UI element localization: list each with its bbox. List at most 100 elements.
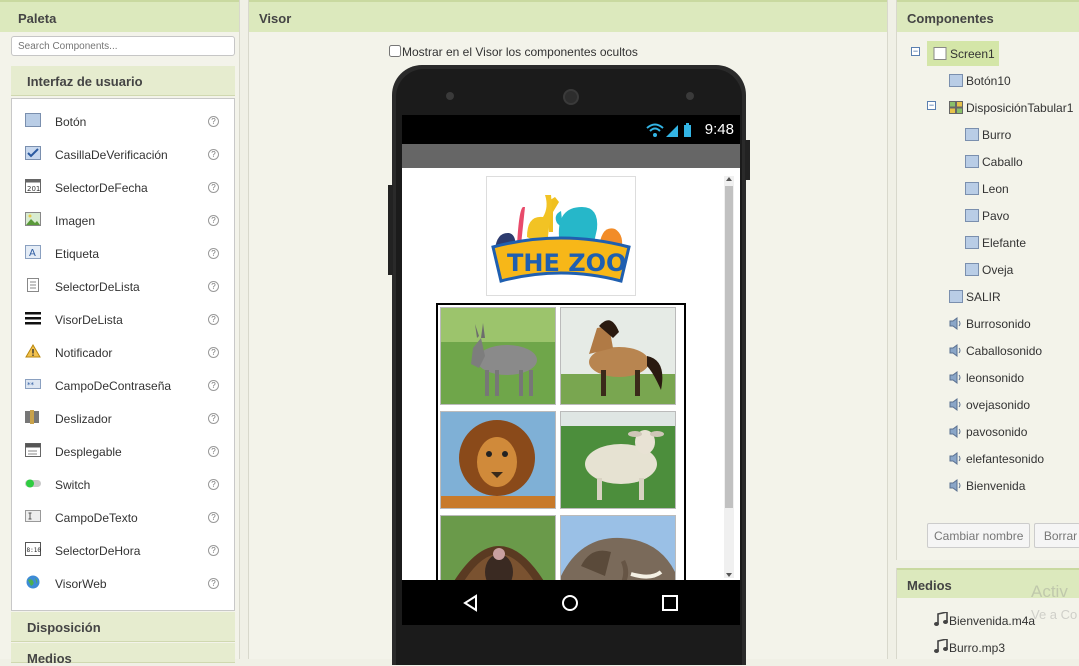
palette-item-textbox[interactable]: CampoDeTexto ? — [12, 499, 234, 532]
media-file[interactable]: Burro.mp3 — [933, 638, 1005, 655]
help-icon[interactable]: ? — [208, 248, 219, 259]
caballo-image-button[interactable] — [560, 307, 676, 405]
palette-item-label-component[interactable]: A Etiqueta ? — [12, 235, 234, 268]
phone-screen[interactable]: 9:48 THE ZOO — [402, 115, 740, 625]
list-view-icon — [25, 312, 41, 325]
collapse-table-icon[interactable]: − — [927, 101, 936, 110]
svg-text:201: 201 — [27, 185, 40, 193]
home-icon[interactable] — [561, 594, 579, 612]
palette-item-checkbox[interactable]: CasillaDeVerificación ? — [12, 136, 234, 169]
tree-item-screen1[interactable]: Screen1 — [933, 47, 995, 67]
palette-title: Paleta — [0, 0, 239, 32]
palette-item-listview[interactable]: VisorDeLista ? — [12, 301, 234, 334]
sensor-icon — [686, 92, 694, 100]
palette-item-spinner[interactable]: Desplegable ? — [12, 433, 234, 466]
help-icon[interactable]: ? — [208, 149, 219, 160]
tree-item-pavo[interactable]: Pavo — [965, 209, 1009, 229]
collapse-screen1-icon[interactable]: − — [911, 47, 920, 56]
palette-item-switch[interactable]: Switch ? — [12, 466, 234, 499]
section-layout-header[interactable]: Disposición — [11, 612, 235, 642]
section-media-header[interactable]: Medios — [11, 643, 235, 666]
help-icon[interactable]: ? — [208, 215, 219, 226]
tree-item-pavosonido[interactable]: pavosonido — [949, 425, 1027, 445]
help-icon[interactable]: ? — [208, 281, 219, 292]
tree-item-elefante[interactable]: Elefante — [965, 236, 1026, 256]
section-ui-header[interactable]: Interfaz de usuario — [11, 66, 235, 96]
viewer-title: Visor — [249, 0, 887, 32]
show-hidden-option[interactable]: Mostrar en el Visor los componentes ocul… — [389, 45, 638, 59]
media-file[interactable]: Bienvenida.m4a — [933, 611, 1035, 628]
scrollbar-thumb[interactable] — [725, 186, 733, 508]
tree-item-bienvenida[interactable]: Bienvenida — [949, 479, 1025, 499]
palette-item-slider[interactable]: Deslizador ? — [12, 400, 234, 433]
app-content: THE ZOO — [402, 168, 740, 580]
tree-item-oveja[interactable]: Oveja — [965, 263, 1013, 283]
palette-item-button[interactable]: Botón ? — [12, 103, 234, 136]
palette-item-label: Notificador — [55, 346, 113, 360]
tree-item-caballo[interactable]: Caballo — [965, 155, 1023, 175]
help-icon[interactable]: ? — [208, 578, 219, 589]
search-components-input[interactable] — [11, 36, 235, 56]
help-icon[interactable]: ? — [208, 479, 219, 490]
scroll-down-icon[interactable] — [725, 572, 733, 578]
tree-item-boton10[interactable]: Botón10 — [949, 74, 1011, 94]
rename-button[interactable]: Cambiar nombre — [927, 523, 1031, 548]
oveja-image-button[interactable] — [560, 411, 676, 509]
viewer-panel: Visor Mostrar en el Visor los componente… — [248, 0, 888, 665]
status-bar: 9:48 — [402, 115, 740, 144]
palette-item-label: CampoDeTexto — [55, 511, 138, 525]
image-icon — [25, 212, 41, 226]
help-icon[interactable]: ? — [208, 413, 219, 424]
pavo-image-button[interactable] — [440, 515, 556, 580]
back-icon[interactable] — [462, 594, 480, 612]
show-hidden-checkbox[interactable] — [389, 45, 401, 57]
tree-label: pavosonido — [966, 425, 1028, 439]
help-icon[interactable]: ? — [208, 314, 219, 325]
palette-item-datepicker[interactable]: 201 SelectorDeFecha ? — [12, 169, 234, 202]
palette-item-password[interactable]: ** CampoDeContraseña ? — [12, 367, 234, 400]
scroll-up-icon[interactable] — [725, 176, 733, 182]
speaker-icon — [563, 89, 579, 105]
sheep-photo — [561, 412, 675, 508]
tree-label: elefantesonido — [966, 452, 1045, 466]
help-icon[interactable]: ? — [208, 182, 219, 193]
help-icon[interactable]: ? — [208, 545, 219, 556]
palette-item-image[interactable]: Imagen ? — [12, 202, 234, 235]
palette-item-listpicker[interactable]: SelectorDeLista ? — [12, 268, 234, 301]
palette-item-notifier[interactable]: Notificador ? — [12, 334, 234, 367]
tree-label: SALIR — [966, 290, 1001, 304]
phone-body: 9:48 THE ZOO — [396, 69, 742, 665]
tree-item-ovejasonido[interactable]: ovejasonido — [949, 398, 1030, 418]
tree-item-disposiciontabular1[interactable]: DisposiciónTabular1 — [949, 101, 1073, 121]
checkbox-icon — [25, 146, 41, 160]
tree-item-burro[interactable]: Burro — [965, 128, 1011, 148]
zoo-logo-image[interactable]: THE ZOO — [486, 176, 636, 296]
animal-table — [436, 303, 686, 580]
viewer-scrollbar[interactable] — [724, 176, 734, 578]
tree-label: Bienvenida — [966, 479, 1026, 493]
tree-item-leon[interactable]: Leon — [965, 182, 1009, 202]
help-icon[interactable]: ? — [208, 512, 219, 523]
help-icon[interactable]: ? — [208, 380, 219, 391]
elephant-photo — [561, 516, 675, 580]
tree-item-salir[interactable]: SALIR — [949, 290, 1001, 310]
leon-image-button[interactable] — [440, 411, 556, 509]
elefante-image-button[interactable] — [560, 515, 676, 580]
burro-image-button[interactable] — [440, 307, 556, 405]
tree-item-caballosonido[interactable]: Caballosonido — [949, 344, 1042, 364]
help-icon[interactable]: ? — [208, 446, 219, 457]
delete-button[interactable]: Borrar — [1034, 523, 1079, 548]
calendar-icon: 201 — [25, 179, 41, 193]
palette-item-timepicker[interactable]: 8:10 SelectorDeHora ? — [12, 532, 234, 565]
tree-item-burrosonido[interactable]: Burrosonido — [949, 317, 1031, 337]
help-icon[interactable]: ? — [208, 116, 219, 127]
sound-icon — [949, 371, 961, 384]
tree-item-elefantesonido[interactable]: elefantesonido — [949, 452, 1044, 472]
palette-item-webviewer[interactable]: VisorWeb ? — [12, 565, 234, 598]
switch-icon — [25, 479, 41, 488]
tree-item-leonsonido[interactable]: leonsonido — [949, 371, 1024, 391]
recents-icon[interactable] — [661, 594, 679, 612]
help-icon[interactable]: ? — [208, 347, 219, 358]
tree-label: Pavo — [982, 209, 1010, 223]
palette-item-label: VisorDeLista — [55, 313, 123, 327]
